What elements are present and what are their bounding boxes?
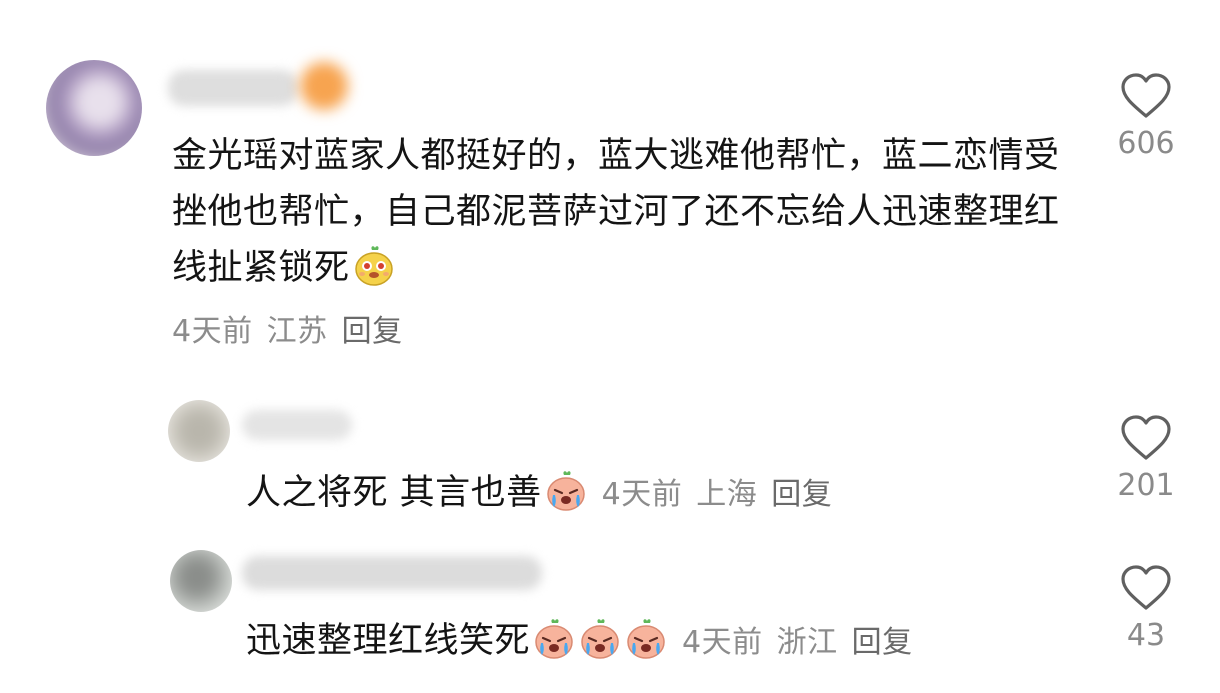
comment-time: 4天前 <box>682 625 763 660</box>
crying-face-emoji <box>535 619 573 659</box>
smiling-face-emoji <box>354 246 393 286</box>
reply-button[interactable]: 回复 <box>771 477 832 512</box>
crying-face-emoji <box>581 619 619 659</box>
avatar[interactable] <box>46 60 142 156</box>
comment-text: 金光瑶对蓝家人都挺好的，蓝大逃难他帮忙，蓝二恋情受挫他也帮忙，自己都泥菩萨过河了… <box>172 136 1060 288</box>
comment-text: 人之将死 其言也善 4天前 上海 回复 <box>246 465 846 523</box>
comment-meta: 4天前 江苏 回复 <box>172 312 417 352</box>
username-blurred[interactable] <box>168 70 298 106</box>
like-button[interactable]: 606 <box>1106 72 1186 161</box>
like-count: 201 <box>1117 468 1175 503</box>
heart-icon <box>1121 73 1171 118</box>
username-blurred[interactable] <box>242 410 352 440</box>
crying-face-emoji <box>546 471 585 511</box>
avatar[interactable] <box>170 550 232 612</box>
comment-time: 4天前 <box>601 477 683 512</box>
reply-button[interactable]: 回复 <box>852 625 913 660</box>
like-count: 43 <box>1126 618 1166 653</box>
comment-location: 上海 <box>696 477 758 512</box>
heart-icon <box>1121 565 1171 610</box>
comment-text: 迅速整理红线笑死 4天前 浙江 回复 <box>246 613 927 671</box>
comment-list: 金光瑶对蓝家人都挺好的，蓝大逃难他帮忙，蓝二恋情受挫他也帮忙，自己都泥菩萨过河了… <box>0 0 1220 693</box>
username-badge-blurred <box>300 62 348 110</box>
like-button[interactable]: 43 <box>1106 564 1186 653</box>
avatar[interactable] <box>168 400 230 462</box>
comment-location: 浙江 <box>776 625 838 660</box>
reply-button[interactable]: 回复 <box>342 314 403 349</box>
like-button[interactable]: 201 <box>1106 414 1186 503</box>
comment-location: 江苏 <box>266 314 328 349</box>
username-blurred[interactable] <box>242 556 542 590</box>
like-count: 606 <box>1117 126 1175 161</box>
comment-time: 4天前 <box>172 314 253 349</box>
heart-icon <box>1121 415 1171 460</box>
crying-face-emoji <box>627 619 665 659</box>
